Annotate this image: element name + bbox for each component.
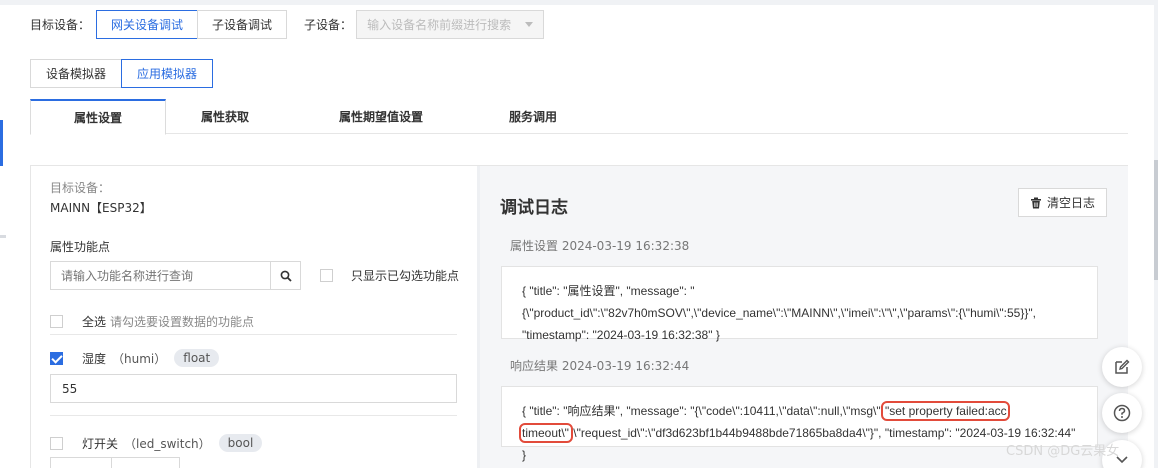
only-selected-label: 只显示已勾选功能点 <box>351 269 460 283</box>
app-simulator-button[interactable]: 应用模拟器 <box>121 59 213 88</box>
debug-log-panel: 调试日志 清空日志 属性设置 2024-03-19 16:32:38 { "ti… <box>480 166 1128 468</box>
log-entry-head: 响应结果 2024-03-19 16:32:44 <box>510 359 690 373</box>
log-body-text: ,\"request_id\":\"df3d623bf1b44b9488bde7… <box>522 426 1076 462</box>
debug-log-title: 调试日志 <box>500 198 568 218</box>
select-all-label: 全选 <box>82 315 107 329</box>
only-selected-toggle[interactable]: 只显示已勾选功能点 <box>320 267 459 284</box>
log-body-text: { "title": "响应结果", "message": "{\"code\"… <box>522 404 884 418</box>
simulator-switch: 设备模拟器 应用模拟器 <box>30 59 213 88</box>
search-button[interactable] <box>270 261 301 290</box>
property-search-input[interactable] <box>50 261 271 290</box>
tab-desired-value-set[interactable]: 属性期望值设置 <box>284 99 478 134</box>
debug-frame: 目标设备： MAINN【ESP32】 属性功能点 只显示已勾选功能点 全选 请勾… <box>30 165 1128 468</box>
target-device-label: 目标设备： <box>30 18 91 32</box>
gateway-debug-button[interactable]: 网关设备调试 <box>96 10 199 39</box>
help-button[interactable] <box>1102 393 1142 433</box>
humi-name: 湿度 <box>82 351 107 366</box>
humi-type-badge: float <box>174 349 220 367</box>
tab-service-call[interactable]: 服务调用 <box>478 99 588 134</box>
humi-value-input[interactable]: 55 <box>50 374 457 403</box>
panel-target-label: 目标设备： <box>50 181 111 195</box>
subdevice-debug-button[interactable]: 子设备调试 <box>197 10 288 39</box>
led-switch-checkbox[interactable] <box>50 436 63 450</box>
question-icon <box>1113 404 1131 422</box>
panel-target-value: MAINN【ESP32】 <box>50 201 152 215</box>
log-entry-body: { "title": "属性设置", "message": "{\"produc… <box>501 266 1098 342</box>
chevron-down-icon <box>525 22 534 27</box>
humi-checkbox[interactable] <box>50 351 63 365</box>
select-hint: 请勾选要设置数据的功能点 <box>110 315 255 329</box>
divider <box>50 334 457 335</box>
search-icon <box>280 270 292 282</box>
select-all-checkbox[interactable] <box>50 315 63 328</box>
divider <box>50 415 457 416</box>
select-all-row[interactable]: 全选 请勾选要设置数据的功能点 <box>50 313 254 330</box>
edit-feedback-button[interactable] <box>1102 347 1142 387</box>
clear-log-button[interactable]: 清空日志 <box>1018 188 1107 217</box>
only-selected-checkbox[interactable] <box>320 269 333 282</box>
led-switch-key: （led_switch） <box>124 436 211 451</box>
device-simulator-button[interactable]: 设备模拟器 <box>30 59 122 88</box>
clear-log-label: 清空日志 <box>1046 196 1095 210</box>
subdevice-label: 子设备： <box>304 18 353 32</box>
subdevice-select[interactable]: 输入设备名称前缀进行搜索 <box>356 10 545 39</box>
tab-property-get[interactable]: 属性获取 <box>166 99 284 134</box>
watermark: CSDN @DG云果女 <box>1006 444 1120 459</box>
function-tabs: 属性设置 属性获取 属性期望值设置 服务调用 <box>30 99 1128 135</box>
property-panel: 目标设备： MAINN【ESP32】 属性功能点 只显示已勾选功能点 全选 请勾… <box>31 166 477 468</box>
tab-property-set[interactable]: 属性设置 <box>30 99 166 135</box>
log-entry-body: { "title": "响应结果", "message": "{\"code\"… <box>501 386 1098 462</box>
property-item-humi[interactable]: 湿度 （humi） float <box>50 349 220 367</box>
humi-key: （humi） <box>112 351 167 366</box>
property-item-led-switch[interactable]: 灯开关 （led_switch） bool <box>50 434 263 452</box>
log-entry-head: 属性设置 2024-03-19 16:32:38 <box>510 239 690 253</box>
nav-marker <box>0 235 6 238</box>
scrollbar-thumb[interactable] <box>1154 160 1158 280</box>
subdevice-select-placeholder: 输入设备名称前缀进行搜索 <box>367 18 512 32</box>
selector-divider <box>111 457 112 468</box>
trash-icon <box>1030 197 1041 208</box>
edit-icon <box>1115 359 1130 374</box>
nav-active-indicator <box>0 120 3 166</box>
property-points-label: 属性功能点 <box>50 240 111 254</box>
top-strip <box>0 0 1158 5</box>
led-switch-name: 灯开关 <box>82 436 119 451</box>
target-device-row: 目标设备： 网关设备调试 子设备调试 子设备： 输入设备名称前缀进行搜索 <box>30 10 545 39</box>
led-switch-type-badge: bool <box>218 434 263 452</box>
led-switch-value-selector[interactable] <box>50 457 180 468</box>
